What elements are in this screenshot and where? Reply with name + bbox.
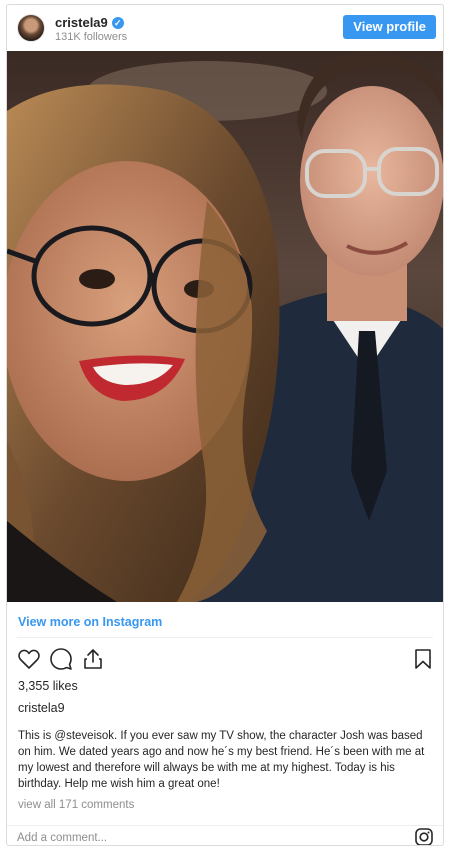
caption-username[interactable]: cristela9 [18, 701, 65, 715]
instagram-embed-card: cristela9 ✓ 131K followers View profile [6, 4, 444, 846]
verified-badge-icon: ✓ [111, 16, 124, 29]
comment-bar [7, 825, 443, 845]
share-icon[interactable] [81, 647, 105, 671]
comment-bubble-icon[interactable] [49, 647, 73, 671]
bookmark-icon[interactable] [411, 647, 435, 671]
post-photo[interactable] [7, 51, 443, 602]
avatar[interactable] [17, 14, 45, 42]
post-caption: This is @steveisok. If you ever saw my T… [18, 730, 425, 790]
follower-count: 131K followers [55, 31, 128, 43]
view-all-comments-link[interactable]: view all 171 comments [18, 799, 134, 811]
add-comment-input[interactable] [17, 829, 377, 845]
post-header: cristela9 ✓ 131K followers View profile [7, 5, 443, 51]
view-profile-button[interactable]: View profile [343, 15, 436, 39]
divider [17, 637, 433, 638]
instagram-logo-icon[interactable] [415, 828, 433, 845]
username-row: cristela9 ✓ [55, 15, 124, 30]
heart-icon[interactable] [17, 647, 41, 671]
action-bar [17, 647, 435, 673]
username[interactable]: cristela9 [55, 15, 108, 30]
like-count[interactable]: 3,355 likes [18, 679, 78, 693]
view-more-on-instagram-link[interactable]: View more on Instagram [18, 615, 162, 629]
